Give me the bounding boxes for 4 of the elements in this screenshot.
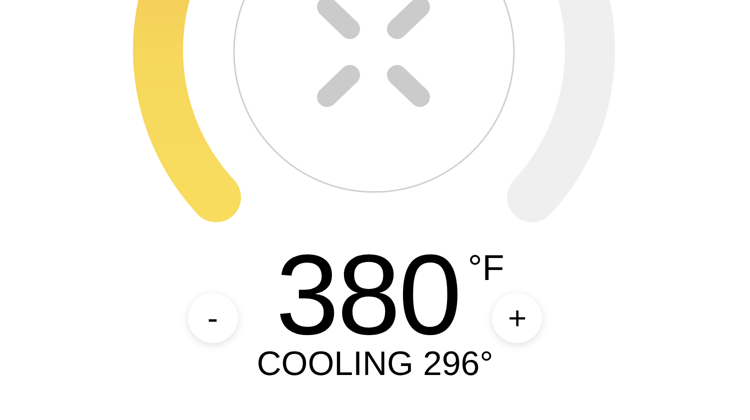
increase-button[interactable]: +: [492, 293, 542, 343]
temperature-unit: °F: [468, 250, 504, 286]
decrease-button[interactable]: -: [188, 293, 238, 343]
fan-icon: [317, 0, 430, 107]
